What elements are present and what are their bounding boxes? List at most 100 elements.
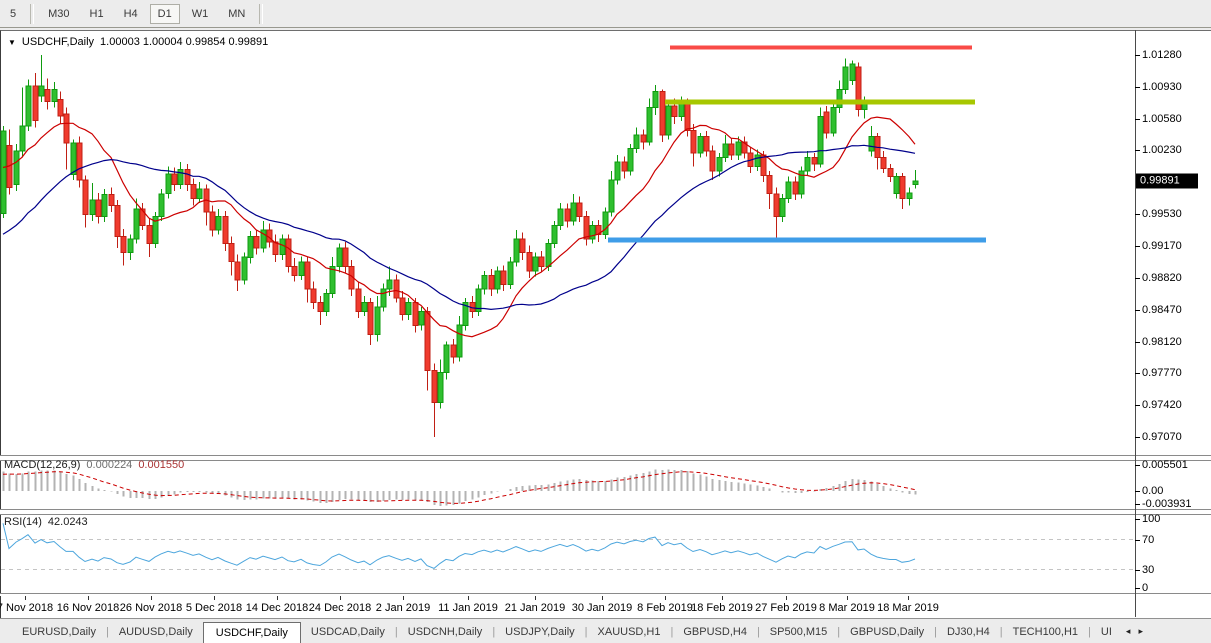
timeframe-button-5[interactable]: 5 <box>2 4 24 24</box>
price-axis-tick <box>1135 310 1140 311</box>
tab-gbpusd-h4[interactable]: GBPUSD,H4 <box>673 622 757 643</box>
price-axis-tick <box>1135 246 1140 247</box>
rsi-scale-tick <box>1135 570 1140 571</box>
macd-scale-label: -0.003931 <box>1142 498 1192 510</box>
date-tick-label: 5 Dec 2018 <box>186 602 242 614</box>
rsi-scale-tick <box>1135 588 1140 589</box>
date-tick-label: 8 Feb 2019 <box>637 602 693 614</box>
tab-scroll-right-icon[interactable]: ▸ <box>1134 622 1147 643</box>
date-axis-tick <box>277 596 278 600</box>
current-price-tag: 0.99891 <box>1136 174 1198 189</box>
macd-scale-tick <box>1135 491 1140 492</box>
date-tick-label: 24 Dec 2018 <box>309 602 371 614</box>
symbol-dropdown-icon[interactable]: ▼ <box>8 38 16 47</box>
price-axis-tick <box>1135 214 1140 215</box>
rsi-scale-label: 0 <box>1142 582 1148 594</box>
macd-scale-label: 0.00 <box>1142 485 1163 497</box>
macd-scale-label: 0.005501 <box>1142 459 1188 471</box>
toolbar-separator <box>30 4 34 24</box>
date-tick-label: 18 Feb 2019 <box>691 602 753 614</box>
tab-audusd-daily[interactable]: AUDUSD,Daily <box>109 622 203 643</box>
date-axis-tick <box>786 596 787 600</box>
date-axis-tick <box>602 596 603 600</box>
date-tick-label: 21 Jan 2019 <box>505 602 566 614</box>
date-axis-tick <box>468 596 469 600</box>
price-axis-label: 0.98120 <box>1142 336 1182 348</box>
timeframe-button-w1[interactable]: W1 <box>184 4 217 24</box>
price-axis-label: 0.97070 <box>1142 431 1182 443</box>
toolbar-separator <box>259 4 263 24</box>
tab-gbpusd-daily[interactable]: GBPUSD,Daily <box>840 622 934 643</box>
rsi-scale-label: 30 <box>1142 564 1154 576</box>
tab-eurusd-daily[interactable]: EURUSD,Daily <box>12 622 106 643</box>
tab-usdchf-daily[interactable]: USDCHF,Daily <box>203 622 301 643</box>
price-axis-tick <box>1135 55 1140 56</box>
date-axis-tick <box>151 596 152 600</box>
date-tick-label: 8 Mar 2019 <box>819 602 875 614</box>
date-tick-label: 27 Feb 2019 <box>755 602 817 614</box>
price-axis-label: 1.01280 <box>1142 49 1182 61</box>
date-tick-label: 2 Jan 2019 <box>376 602 430 614</box>
rsi-scale-label: 100 <box>1142 513 1160 525</box>
date-axis-tick <box>847 596 848 600</box>
price-axis-tick <box>1135 119 1140 120</box>
macd-signal-value: 0.001550 <box>138 459 184 471</box>
date-axis-tick <box>403 596 404 600</box>
price-axis-tick <box>1135 278 1140 279</box>
macd-scale-tick <box>1135 465 1140 466</box>
tab-sp500-m15[interactable]: SP500,M15 <box>760 622 837 643</box>
rsi-scale-tick <box>1135 519 1140 520</box>
rsi-scale-tick <box>1135 540 1140 541</box>
date-tick-label: 16 Nov 2018 <box>57 602 119 614</box>
price-axis-tick <box>1135 150 1140 151</box>
price-axis-label: 0.98470 <box>1142 304 1182 316</box>
timeframe-button-h4[interactable]: H4 <box>116 4 146 24</box>
tab-dj30-h4[interactable]: DJ30,H4 <box>937 622 1000 643</box>
price-axis-label: 0.99530 <box>1142 208 1182 220</box>
timeframe-button-d1[interactable]: D1 <box>150 4 180 24</box>
tab-xauusd-h1[interactable]: XAUUSD,H1 <box>588 622 671 643</box>
panel-separator-bottom <box>0 593 1211 596</box>
chart-symbol-label: USDCHF,Daily <box>22 36 94 48</box>
macd-name: MACD(12,26,9) <box>4 459 80 471</box>
macd-label: MACD(12,26,9) 0.000224 0.001550 <box>4 459 184 471</box>
rsi-scale-label: 70 <box>1142 534 1154 546</box>
date-axis-tick <box>535 596 536 600</box>
trading-terminal: 5 M30H1H4D1W1MN ▼ USDCHF,Daily 1.00003 1.… <box>0 0 1211 642</box>
price-axis-label: 0.99170 <box>1142 240 1182 252</box>
price-axis-tick <box>1135 373 1140 374</box>
date-axis-tick <box>25 596 26 600</box>
panel-separator-rsi[interactable] <box>0 509 1211 515</box>
tab-ui[interactable]: UI <box>1091 622 1122 643</box>
date-tick-label: 11 Jan 2019 <box>438 602 498 614</box>
date-tick-label: 14 Dec 2018 <box>246 602 308 614</box>
timeframe-button-h1[interactable]: H1 <box>82 4 112 24</box>
price-axis-label: 1.00230 <box>1142 144 1182 156</box>
price-axis-tick <box>1135 437 1140 438</box>
rsi-name: RSI(14) <box>4 516 42 528</box>
date-axis-tick <box>214 596 215 600</box>
price-axis-label: 0.98820 <box>1142 272 1182 284</box>
tab-usdjpy-daily[interactable]: USDJPY,Daily <box>495 622 585 643</box>
date-tick-label: 26 Nov 2018 <box>120 602 182 614</box>
timeframe-button-m30[interactable]: M30 <box>40 4 77 24</box>
chart-ohlc-values: 1.00003 1.00004 0.99854 0.99891 <box>100 36 268 48</box>
price-axis-tick <box>1135 342 1140 343</box>
macd-main-value: 0.000224 <box>86 459 132 471</box>
tab-tech100-h1[interactable]: TECH100,H1 <box>1003 622 1088 643</box>
tab-usdcnh-daily[interactable]: USDCNH,Daily <box>398 622 493 643</box>
price-axis-label: 0.97420 <box>1142 399 1182 411</box>
tab-usdcad-daily[interactable]: USDCAD,Daily <box>301 622 395 643</box>
chart-window[interactable] <box>0 30 1211 618</box>
date-tick-label: 18 Mar 2019 <box>877 602 939 614</box>
timeframe-button-mn[interactable]: MN <box>220 4 253 24</box>
price-axis-tick <box>1135 405 1140 406</box>
tab-scroll-left-icon[interactable]: ◂ <box>1122 622 1135 643</box>
price-axis-label: 0.97770 <box>1142 367 1182 379</box>
timeframe-toolbar: 5 M30H1H4D1W1MN <box>0 0 1211 28</box>
macd-scale-tick <box>1135 504 1140 505</box>
rsi-value: 42.0243 <box>48 516 88 528</box>
date-tick-label: 30 Jan 2019 <box>572 602 633 614</box>
date-tick-label: 7 Nov 2018 <box>0 602 53 614</box>
chart-title: ▼ USDCHF,Daily 1.00003 1.00004 0.99854 0… <box>8 36 268 48</box>
